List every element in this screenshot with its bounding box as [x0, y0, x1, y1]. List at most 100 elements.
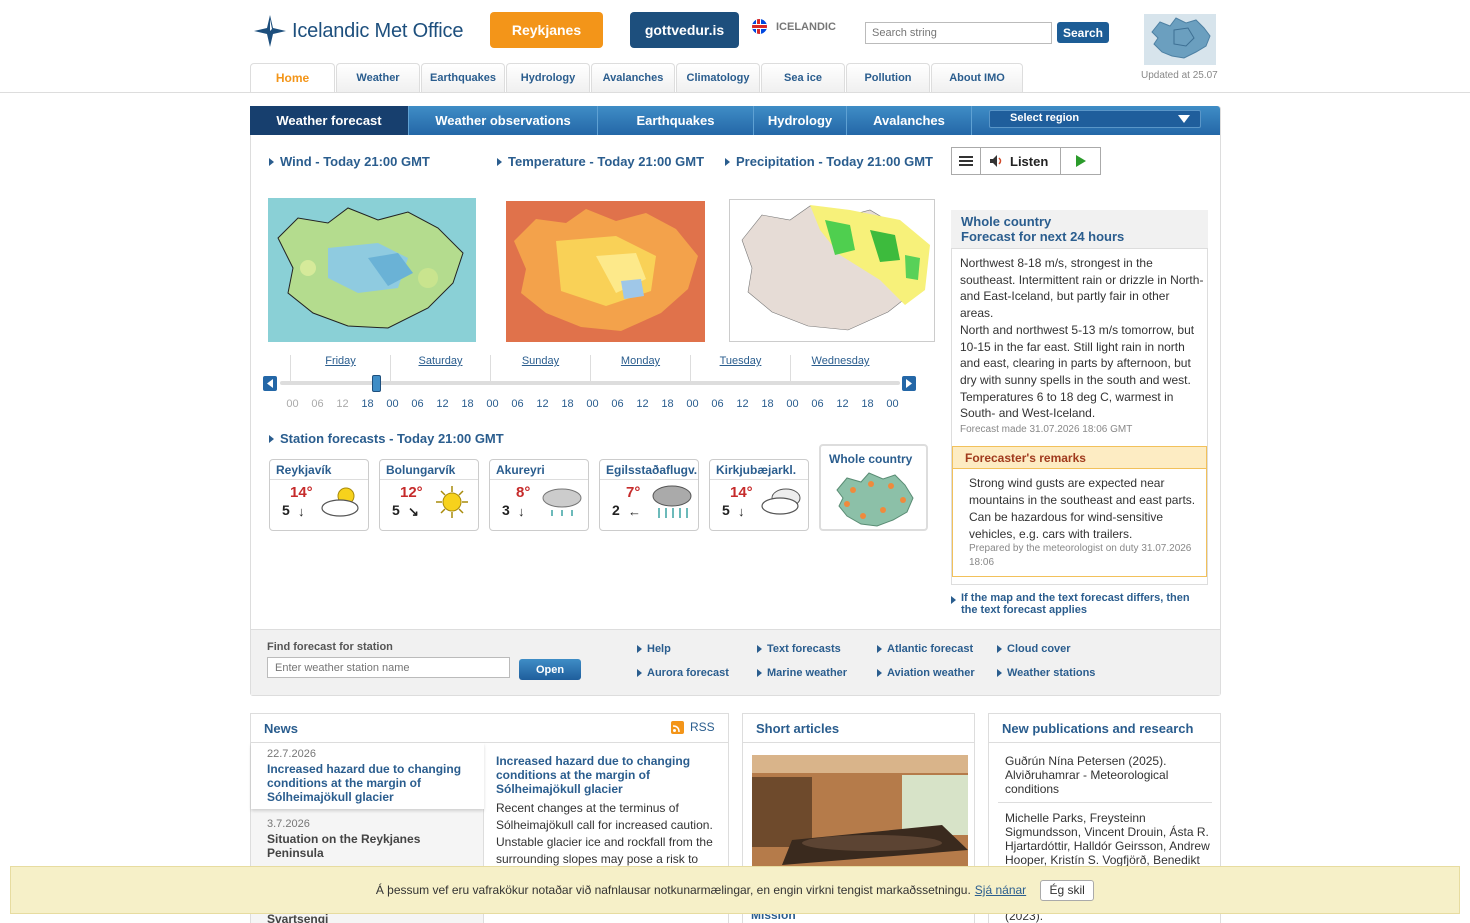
hour-tick[interactable]: 06 — [605, 398, 630, 410]
station-card-bolungarvik[interactable]: Bolungarvík 12° 5 ↘ — [379, 459, 479, 531]
bullet-arrow-icon — [637, 645, 642, 653]
nav-climatology[interactable]: Climatology — [676, 63, 760, 92]
menu-icon[interactable] — [952, 148, 981, 174]
hour-tick[interactable]: 18 — [455, 398, 480, 410]
station-card-kirkjubaejarklaustur[interactable]: Kirkjubæjarkl. 14° 5 ↓ — [709, 459, 809, 531]
station-card-egilsstadir[interactable]: Egilsstaðaflugv. 7° 2 ← — [599, 459, 699, 531]
rss-link[interactable]: RSS — [671, 720, 715, 734]
hour-tick[interactable]: 00 — [780, 398, 805, 410]
link-marine-weather[interactable]: Marine weather — [767, 667, 847, 679]
temperature-map-title[interactable]: Temperature - Today 21:00 GMT — [508, 154, 708, 169]
wind-map-title[interactable]: Wind - Today 21:00 GMT — [280, 154, 480, 169]
day-monday[interactable]: Monday — [590, 355, 690, 381]
tab-weather-observations[interactable]: Weather observations — [409, 106, 598, 135]
arrow-right-icon — [906, 379, 912, 388]
open-station-button[interactable]: Open — [519, 659, 581, 680]
link-help[interactable]: Help — [647, 643, 671, 655]
hour-tick[interactable]: 12 — [830, 398, 855, 410]
hour-tick[interactable]: 06 — [305, 398, 330, 410]
language-switch[interactable]: ICELANDIC — [752, 19, 836, 34]
temperature-map[interactable] — [506, 201, 705, 342]
link-text-forecasts[interactable]: Text forecasts — [767, 643, 841, 655]
station-temperature: 14° — [730, 484, 753, 501]
hour-tick[interactable]: 00 — [480, 398, 505, 410]
nav-avalanches[interactable]: Avalanches — [591, 63, 675, 92]
hour-tick[interactable]: 00 — [680, 398, 705, 410]
region-select[interactable]: Select region — [989, 110, 1201, 128]
play-button[interactable] — [1061, 148, 1100, 174]
news-item-title[interactable]: Situation on the Reykjanes Peninsula — [267, 832, 477, 860]
hour-tick[interactable]: 00 — [280, 398, 305, 410]
link-atlantic-forecast[interactable]: Atlantic forecast — [887, 643, 973, 655]
station-temperature: 8° — [516, 484, 531, 501]
hour-tick[interactable]: 12 — [330, 398, 355, 410]
cookie-accept-button[interactable]: Ég skil — [1040, 879, 1095, 901]
listen-button[interactable]: Listen — [981, 148, 1061, 174]
nav-pollution[interactable]: Pollution — [846, 63, 930, 92]
nav-hydrology[interactable]: Hydrology — [506, 63, 590, 92]
link-cloud-cover[interactable]: Cloud cover — [1007, 643, 1071, 655]
timeline-prev-button[interactable] — [263, 376, 277, 391]
link-aurora-forecast[interactable]: Aurora forecast — [647, 667, 729, 679]
tab-hydrology[interactable]: Hydrology — [754, 106, 847, 135]
nav-about-imo[interactable]: About IMO — [931, 63, 1023, 92]
hour-tick[interactable]: 12 — [630, 398, 655, 410]
search-button[interactable]: Search — [1057, 22, 1109, 43]
station-search-input[interactable] — [267, 657, 510, 678]
hour-tick[interactable]: 00 — [880, 398, 905, 410]
article-image[interactable] — [752, 755, 968, 870]
link-aviation-weather[interactable]: Aviation weather — [887, 667, 975, 679]
hour-tick[interactable]: 18 — [755, 398, 780, 410]
day-sunday[interactable]: Sunday — [490, 355, 590, 381]
imo-logo[interactable]: Icelandic Met Office — [252, 13, 463, 49]
station-card-akureyri[interactable]: Akureyri 8° 3 ↓ — [489, 459, 589, 531]
iceland-overview-map[interactable] — [1144, 14, 1216, 65]
hour-tick[interactable]: 18 — [855, 398, 880, 410]
tab-weather-forecast[interactable]: Weather forecast — [250, 106, 409, 135]
bullet-arrow-icon — [997, 645, 1002, 653]
timeline-slider-handle[interactable] — [372, 375, 381, 392]
news-item-title[interactable]: Increased hazard due to changing conditi… — [267, 762, 477, 804]
nav-earthquakes[interactable]: Earthquakes — [421, 63, 505, 92]
station-forecasts-title[interactable]: Station forecasts - Today 21:00 GMT — [280, 431, 504, 446]
nav-weather[interactable]: Weather — [336, 63, 420, 92]
search-input[interactable] — [865, 22, 1052, 44]
hour-tick[interactable]: 18 — [555, 398, 580, 410]
news-date: 3.7.2026 — [267, 818, 310, 830]
hour-tick[interactable]: 06 — [805, 398, 830, 410]
hour-tick[interactable]: 18 — [655, 398, 680, 410]
timeline-next-button[interactable] — [902, 376, 916, 391]
map-text-differs-link[interactable]: If the map and the text forecast differs… — [961, 592, 1206, 616]
publication-item[interactable]: Guðrún Nína Petersen (2025). Alviðruhamr… — [1005, 754, 1215, 796]
hour-tick[interactable]: 12 — [430, 398, 455, 410]
day-saturday[interactable]: Saturday — [390, 355, 490, 381]
day-tuesday[interactable]: Tuesday — [690, 355, 790, 381]
cookie-more-link[interactable]: Sjá nánar — [975, 883, 1026, 897]
hour-tick[interactable]: 00 — [580, 398, 605, 410]
hour-tick[interactable]: 12 — [530, 398, 555, 410]
publication-item[interactable]: Michelle Parks, Freysteinn Sigmundsson, … — [1005, 811, 1215, 867]
listen-player[interactable]: Listen — [951, 147, 1101, 175]
reykjanes-button[interactable]: Reykjanes — [490, 12, 603, 48]
hour-tick[interactable]: 12 — [730, 398, 755, 410]
hour-tick[interactable]: 06 — [405, 398, 430, 410]
tab-avalanches[interactable]: Avalanches — [847, 106, 972, 135]
hour-tick[interactable]: 06 — [705, 398, 730, 410]
hour-tick[interactable]: 18 — [355, 398, 380, 410]
hour-tick[interactable]: 06 — [505, 398, 530, 410]
station-card-reykjavik[interactable]: Reykjavík 14° 5 ↓ — [269, 459, 369, 531]
wind-map[interactable] — [268, 198, 476, 342]
nav-sea-ice[interactable]: Sea ice — [761, 63, 845, 92]
featured-news-title[interactable]: Increased hazard due to changing conditi… — [496, 754, 718, 796]
gottvedur-button[interactable]: gottvedur.is — [630, 12, 739, 48]
hour-tick[interactable]: 00 — [380, 398, 405, 410]
day-wednesday[interactable]: Wednesday — [790, 355, 890, 381]
link-weather-stations[interactable]: Weather stations — [1007, 667, 1095, 679]
bullet-arrow-icon — [877, 669, 882, 677]
bullet-arrow-icon — [725, 158, 730, 166]
whole-country-button[interactable]: Whole country — [819, 444, 928, 531]
tab-earthquakes[interactable]: Earthquakes — [598, 106, 754, 135]
precipitation-map-title[interactable]: Precipitation - Today 21:00 GMT — [736, 154, 936, 169]
precipitation-map[interactable] — [729, 199, 935, 342]
nav-home[interactable]: Home — [250, 63, 335, 92]
